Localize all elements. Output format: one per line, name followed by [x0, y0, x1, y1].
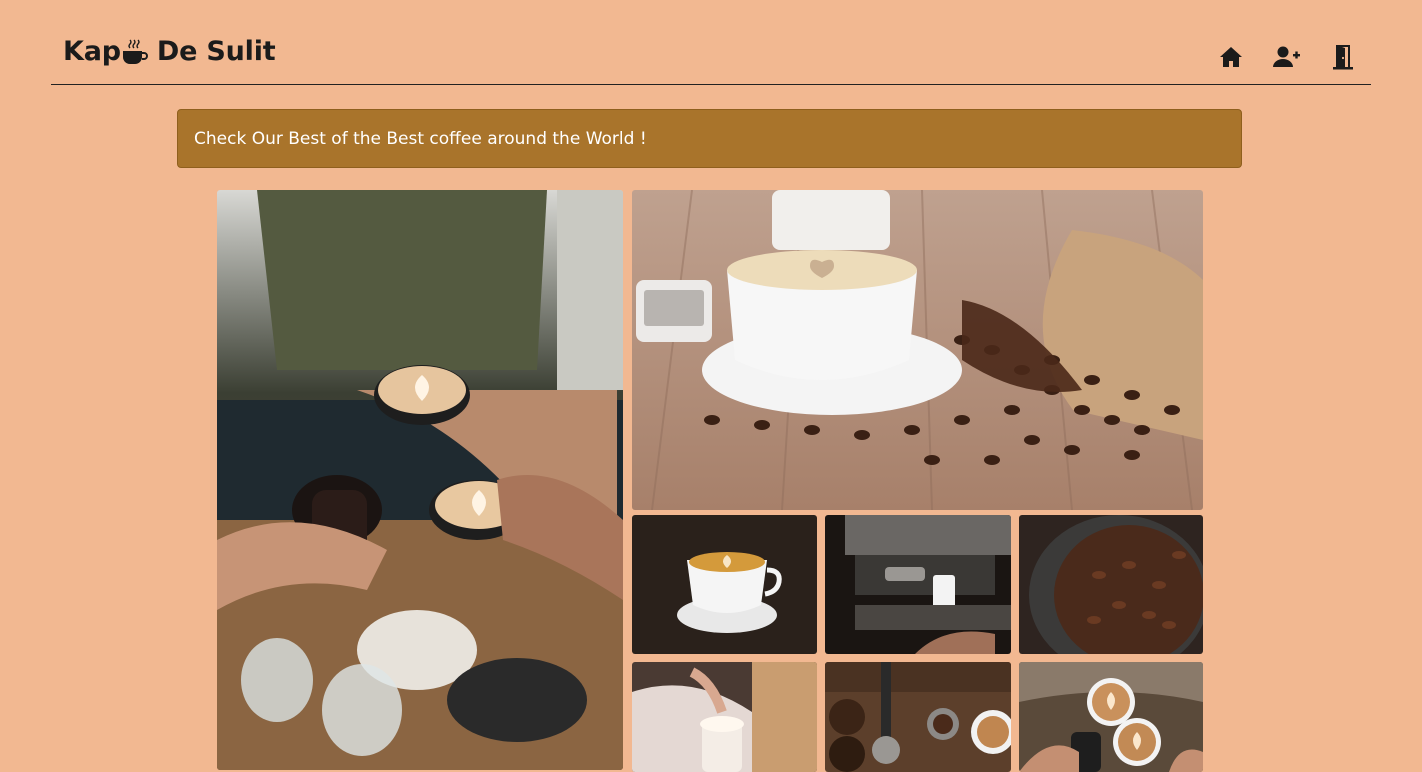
navbar: Kap De Sulit — [51, 0, 1371, 85]
door-exit-icon — [1333, 45, 1353, 70]
promo-banner: Check Our Best of the Best coffee around… — [177, 109, 1242, 168]
brand-suffix: De Sulit — [156, 36, 276, 67]
coffee-beans-bowl-photo — [1019, 515, 1203, 654]
coffee-cup-with-beans-photo — [632, 190, 1203, 510]
coffee-tools-flatlay-photo — [825, 662, 1011, 772]
hands-holding-lattes-photo — [1019, 662, 1203, 772]
logout-link[interactable] — [1315, 42, 1371, 72]
latte-art-cup-photo — [632, 515, 817, 654]
home-link[interactable] — [1203, 42, 1259, 72]
brand-logo[interactable]: Kap De Sulit — [63, 36, 276, 67]
user-plus-icon — [1273, 46, 1300, 67]
banner-text: Check Our Best of the Best coffee around… — [194, 128, 647, 149]
register-link[interactable] — [1259, 42, 1315, 72]
woman-with-cappuccino-photo — [632, 662, 817, 772]
home-icon — [1220, 47, 1242, 67]
espresso-machine-photo — [825, 515, 1011, 654]
nav-icons — [1203, 42, 1371, 72]
brand-prefix: Kap — [63, 36, 121, 67]
coffee-cup-icon — [122, 39, 148, 64]
people-toasting-coffee-photo — [217, 190, 623, 770]
